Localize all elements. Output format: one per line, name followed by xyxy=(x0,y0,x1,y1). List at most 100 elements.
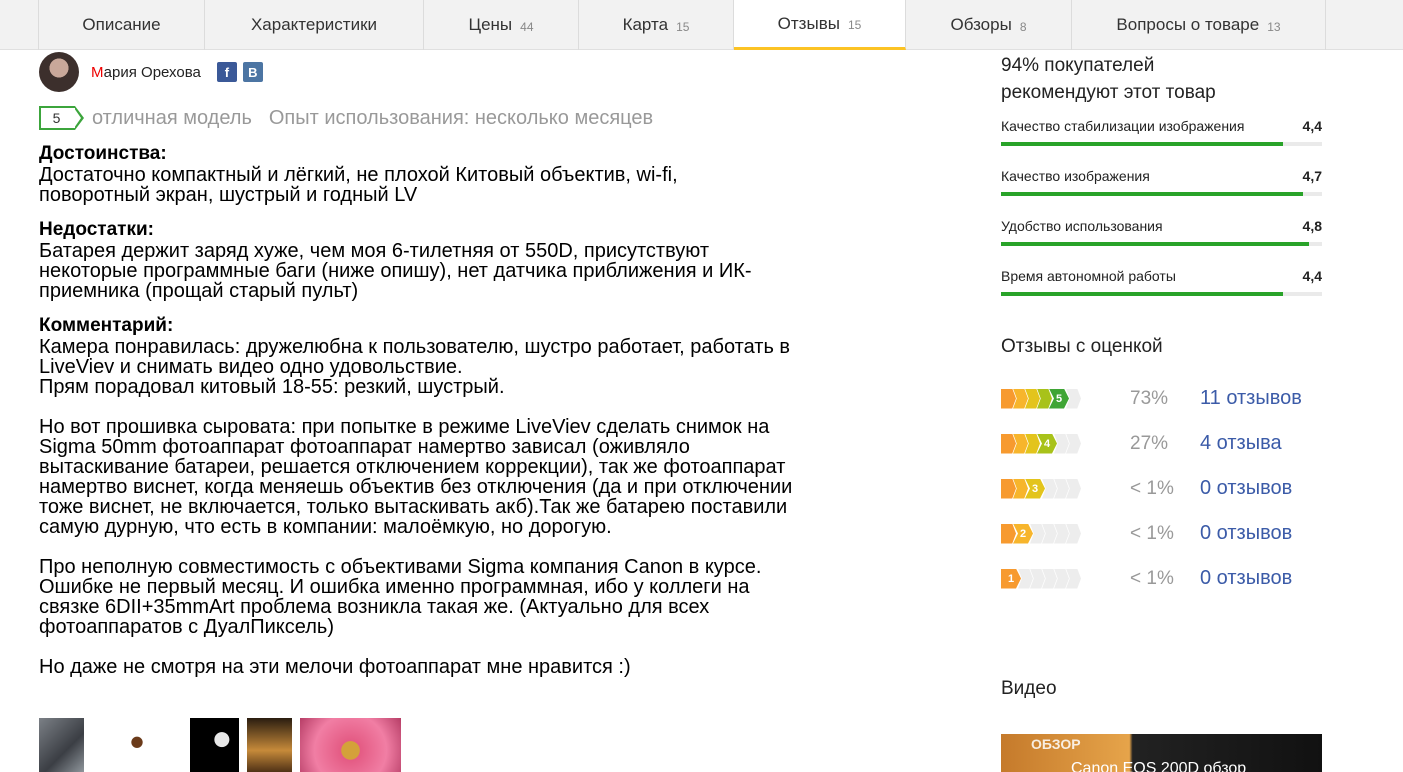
recommend-summary: 94% покупателей рекомендуют этот товар xyxy=(1001,55,1216,103)
attribute-rating: Время автономной работы 4,4 xyxy=(1001,268,1322,306)
avatar[interactable] xyxy=(39,52,79,92)
grade-chevron xyxy=(1001,478,1016,499)
tab-questions[interactable]: Вопросы о товаре 13 xyxy=(1072,0,1326,50)
product-tabs: Описание Характеристики Цены 44 Карта 15 О… xyxy=(0,0,1403,50)
vk-icon[interactable]: B xyxy=(242,62,263,82)
attribute-bar xyxy=(1001,292,1322,296)
grade-scale: 5 xyxy=(1001,388,1102,409)
review-photo-moon[interactable] xyxy=(190,718,239,772)
grade-chevron xyxy=(1001,433,1016,454)
distribution-count-link[interactable]: 0 отзывов xyxy=(1200,567,1292,590)
tab-label: Цены xyxy=(468,15,513,34)
usage-experience: Опыт использования: несколько месяцев xyxy=(268,106,654,129)
grade-scale: 1 xyxy=(1001,568,1102,589)
tab-label: Обзоры xyxy=(950,15,1012,34)
attribute-value: 4,4 xyxy=(1302,118,1322,134)
pros-title: Достоинства: xyxy=(39,143,167,164)
pros-text: Достаточно компактный и лёгкий, не плохо… xyxy=(39,164,678,206)
attribute-value: 4,4 xyxy=(1302,268,1322,284)
distribution-row: 4 27% 4 отзыва xyxy=(1001,421,1322,466)
grade-chevron-label: 1 xyxy=(1001,568,1021,589)
tab-label: Характеристики xyxy=(250,15,378,34)
tab-prices[interactable]: Цены 44 xyxy=(424,0,579,50)
distribution-count-link[interactable]: 11 отзывов xyxy=(1200,387,1302,410)
grade-value: 5 xyxy=(52,110,61,126)
author-name[interactable]: Мария Орехова xyxy=(91,64,201,81)
comment-paragraph: Но вот прошивка сыровата: при попытке в … xyxy=(39,416,793,538)
attribute-bar xyxy=(1001,142,1322,146)
attribute-bar xyxy=(1001,242,1322,246)
video-section-title: Видео xyxy=(1001,678,1057,699)
tab-label: Описание xyxy=(82,15,161,34)
distribution-percent: 27% xyxy=(1130,432,1169,454)
comment-section: Комментарий: Камера понравилась: дружелю… xyxy=(39,315,879,677)
attribute-label: Качество изображения xyxy=(1001,168,1150,184)
tab-overviews[interactable]: Обзоры 8 xyxy=(906,0,1072,50)
distribution-percent: 73% xyxy=(1130,387,1169,409)
attribute-bar xyxy=(1001,192,1322,196)
distribution-percent: < 1% xyxy=(1130,567,1174,589)
comment-paragraph: Про неполную совместимость с объективами… xyxy=(39,556,762,638)
review-photo-ring[interactable] xyxy=(300,718,401,772)
grade-chevron-label: 3 xyxy=(1025,478,1045,499)
distribution-count-link[interactable]: 0 отзывов xyxy=(1200,477,1292,500)
video-caption: Canon EOS 200D обзор xyxy=(1071,760,1247,772)
tab-description[interactable]: Описание xyxy=(38,0,205,50)
author-name-rest: ария Орехова xyxy=(103,63,201,81)
video-thumbnail[interactable]: ОБЗОР Canon EOS 200D обзор xyxy=(1001,734,1322,772)
review-headline: отличная модель xyxy=(92,106,252,129)
attribute-bar-fill xyxy=(1001,142,1284,146)
tab-count: 44 xyxy=(520,19,534,34)
cons-title: Недостатки: xyxy=(39,219,154,240)
distribution-count-link[interactable]: 0 отзывов xyxy=(1200,522,1292,545)
review-photo-cat[interactable] xyxy=(39,718,84,772)
review-photo-street[interactable] xyxy=(247,718,292,772)
grade-scale: 4 xyxy=(1001,433,1102,454)
grade-chevron xyxy=(1001,388,1016,409)
grade-chevron xyxy=(1001,523,1016,544)
distribution-row: 1 < 1% 0 отзывов xyxy=(1001,556,1322,601)
tab-reviews[interactable]: Отзывы 15 xyxy=(734,0,906,50)
tab-label: Вопросы о товаре xyxy=(1116,15,1260,34)
review-rating-line: 5 отличная модель Опыт использования: не… xyxy=(39,106,879,130)
comment-paragraph: Но даже не смотря на эти мелочи фотоаппа… xyxy=(39,656,631,678)
attribute-label: Время автономной работы xyxy=(1001,268,1176,284)
pros-section: Достоинства: Достаточно компактный и лёг… xyxy=(39,143,879,205)
attribute-bar-fill xyxy=(1001,242,1310,246)
attribute-ratings: Качество стабилизации изображения 4,4 Ка… xyxy=(1001,118,1322,306)
grade-scale: 2 xyxy=(1001,523,1102,544)
review-author: Мария Орехова f B xyxy=(39,52,879,92)
tab-count: 15 xyxy=(676,19,690,34)
tab-label: Карта xyxy=(622,15,669,34)
review-photos xyxy=(39,718,401,772)
facebook-icon[interactable]: f xyxy=(216,62,237,82)
attribute-value: 4,7 xyxy=(1302,168,1322,184)
cons-section: Недостатки: Батарея держит заряд хуже, ч… xyxy=(39,219,879,301)
attribute-label: Удобство использования xyxy=(1001,218,1163,234)
attribute-label: Качество стабилизации изображения xyxy=(1001,118,1245,134)
attribute-rating: Качество изображения 4,7 xyxy=(1001,168,1322,206)
grade-chevron-label: 4 xyxy=(1037,433,1057,454)
rated-reviews-title: Отзывы с оценкой xyxy=(1001,336,1163,357)
tab-map[interactable]: Карта 15 xyxy=(579,0,734,50)
grade-chevron-label: 5 xyxy=(1049,388,1069,409)
distribution-row: 3 < 1% 0 отзывов xyxy=(1001,466,1322,511)
review-photo-spider[interactable] xyxy=(92,718,182,772)
distribution-percent: < 1% xyxy=(1130,477,1174,499)
cons-text: Батарея держит заряд хуже, чем моя 6-тил… xyxy=(39,240,752,302)
attribute-rating: Качество стабилизации изображения 4,4 xyxy=(1001,118,1322,156)
grade-badge: 5 xyxy=(39,106,84,130)
distribution-percent: < 1% xyxy=(1130,522,1174,544)
rating-sidebar: 94% покупателей рекомендуют этот товар К… xyxy=(1001,52,1322,601)
distribution-row: 2 < 1% 0 отзывов xyxy=(1001,511,1322,556)
comment-paragraph: Камера понравилась: дружелюбна к пользов… xyxy=(39,336,791,398)
attribute-bar-fill xyxy=(1001,192,1303,196)
attribute-bar-fill xyxy=(1001,292,1284,296)
distribution-count-link[interactable]: 4 отзыва xyxy=(1200,432,1282,455)
video-badge: ОБЗОР xyxy=(1031,736,1081,752)
tab-count: 15 xyxy=(847,18,862,32)
tab-specs[interactable]: Характеристики xyxy=(205,0,424,50)
attribute-value: 4,8 xyxy=(1302,218,1322,234)
tab-label: Отзывы xyxy=(777,13,840,33)
review-card: Мария Орехова f B 5 отличная модель Опыт… xyxy=(39,52,879,677)
